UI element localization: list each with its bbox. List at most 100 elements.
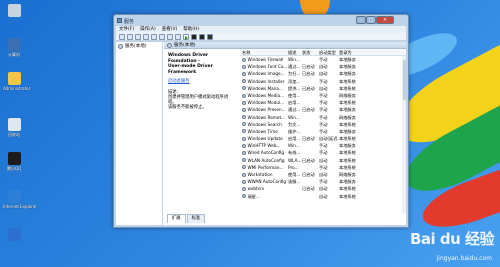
column-header-description[interactable]: 描述 [288,50,302,55]
forward-icon[interactable] [127,34,133,40]
service-row[interactable]: Workstation 使用... 已启动 自动 网络服务 [240,171,406,178]
service-logon-cell: 网络服务 [339,92,356,98]
up-icon[interactable] [135,34,141,40]
gear-icon [242,186,246,191]
service-logon-cell: 本地系统 [339,78,356,84]
description-text-line1: 创建并管理用户模式驱动程序进程。 [168,95,229,105]
desktop-icon[interactable] [3,4,25,18]
service-logon-cell: 网络服务 [339,172,356,177]
services-window: 服务 – □ × 文件(F) 操作(A) 查看(V) 帮助(H) 服务(本地) [113,14,409,228]
start-service-icon[interactable] [183,34,189,40]
service-name: Windows Remot... [247,114,286,120]
properties-icon[interactable] [175,34,181,40]
back-icon[interactable] [119,34,125,40]
folder-icon [7,72,21,85]
pane-header: 服务(本地) [164,42,406,49]
minimize-button[interactable]: – [356,16,366,24]
pause-service-icon[interactable] [199,34,205,40]
desktop-icon[interactable]: 计算机 [3,38,25,57]
service-logon-cell: 本地服务 [339,107,356,113]
service-row[interactable]: Windows Update 启用...已启动自动(延迟...本地系统 [240,135,406,142]
service-logon-cell: 本地服务 [339,179,356,185]
service-status-cell: 已启动 [302,64,315,70]
service-row[interactable]: Windows Time 维护... 手动 本地服务 [240,128,406,135]
service-row[interactable]: WinHTTP Web... Win... 手动 本地服务 [240,142,406,149]
service-name: Workstation [247,172,273,177]
service-name-cell: Windows Modul... [240,99,288,106]
service-row[interactable]: Windows Modul... 启用... 手动 本地系统 [240,99,406,106]
start-service-link[interactable]: 启动此服务 [168,79,236,84]
service-row[interactable]: WLAN AutoConfig WLA... 已启动 自动 本地系统 [240,157,406,164]
service-startup-cell: 自动 [319,85,328,91]
service-name-cell: wxbtsrv [240,185,288,192]
service-startup-cell: 手动 [319,121,328,127]
service-row[interactable]: Windows Search 为文... 手动 本地系统 [240,121,406,128]
service-row[interactable]: Windows Remot... Win... 手动 网络服务 [240,114,406,121]
service-row[interactable]: WMI Performan... Pro... 手动 本地系统 [240,164,406,171]
service-logon-cell: 本地服务 [339,71,356,77]
service-name: 瑞星... [247,193,260,199]
title-bar[interactable]: 服务 – □ × [114,15,408,26]
service-startup-cell: 手动 [319,150,328,156]
desktop-icon-label: 腾讯QQ [6,166,22,171]
service-row[interactable]: Windows Image... 为扫... 已启动 自动 本地服务 [240,70,406,77]
service-row[interactable]: Windows Firewall Win... 手动 本地服务 [240,56,406,63]
restart-service-icon[interactable] [207,34,213,40]
gear-icon [242,151,246,156]
service-row[interactable]: Windows Presen... 通过... 已启动 手动 本地服务 [240,106,406,113]
service-name: Windows Installer [247,78,285,84]
pane-header-label: 服务(本地) [174,43,196,48]
console-tree: 服务(本地) [116,42,163,225]
gear-icon [242,179,246,184]
service-startup-cell: 自动 [319,64,328,70]
service-row[interactable]: WWAN AutoConfig 该服... 手动 本地服务 [240,178,406,185]
service-name-cell: Windows Time [240,128,288,135]
service-logon-cell: 本地系统 [339,164,356,170]
service-desc-cell: Win... [288,143,300,149]
desktop-icon[interactable]: 腾讯QQ [3,152,25,171]
gear-icon [242,129,246,134]
column-header-startup-type[interactable]: 启动类型 [319,50,339,55]
menu-help[interactable]: 帮助(H) [183,26,199,33]
tab-standard[interactable]: 标准 [186,214,206,223]
service-name-cell: Windows Presen... [240,106,288,113]
service-startup-cell: 手动 [319,114,328,120]
service-logon-cell: 本地系统 [339,100,356,106]
desktop-icon[interactable] [3,228,25,242]
service-logon-cell: 本地系统 [339,136,356,142]
desktop-icon[interactable]: Internet Explorer [3,190,37,209]
service-row[interactable]: Windows Mana... 提供... 已启动 自动 本地系统 [240,85,406,92]
qq-icon [7,152,21,165]
menu-file[interactable]: 文件(F) [119,26,134,33]
service-row[interactable]: Windows Font Ca... 通过... 已启动 自动 本地服务 [240,63,406,70]
show-hide-tree-icon[interactable] [143,34,149,40]
refresh-icon[interactable] [151,34,157,40]
service-startup-cell: 手动 [319,78,328,84]
scrollbar-thumb[interactable] [402,60,406,100]
desktop-icon[interactable]: Administrator [3,72,30,91]
maximize-button[interactable]: □ [366,16,376,24]
gear-icon [242,115,246,120]
service-row[interactable]: 瑞星... 自动 本地系统 [240,193,406,200]
service-row[interactable]: Windows Installer 添加... 手动 本地系统 [240,78,406,85]
service-name: Wired AutoConfig [247,150,285,156]
desktop-icon[interactable]: 回收站 [3,118,25,137]
tree-item-services-local[interactable]: 服务(本地) [116,42,162,50]
tab-extended[interactable]: 扩展 [167,214,186,223]
stop-service-icon[interactable] [191,34,197,40]
help-icon[interactable] [167,34,173,40]
service-row[interactable]: Windows Media... 使用... 手动 网络服务 [240,92,406,99]
ie-icon [7,190,21,203]
export-list-icon[interactable] [159,34,165,40]
service-row[interactable]: wxbtsrv 已启动 自动 本地系统 [240,185,406,192]
column-header-logon-as[interactable]: 登录为 [339,50,363,55]
service-row[interactable]: Wired AutoConfig 有线... 手动 本地系统 [240,149,406,156]
menu-view[interactable]: 查看(V) [162,26,178,33]
menu-bar: 文件(F) 操作(A) 查看(V) 帮助(H) [116,26,406,33]
column-header-name[interactable]: 名称 [240,50,288,55]
menu-action[interactable]: 操作(A) [140,26,156,33]
service-desc-cell: Pro... [288,164,299,170]
column-header-status[interactable]: 状态 [302,50,319,55]
vertical-scrollbar[interactable] [402,56,406,213]
close-button[interactable]: × [376,16,394,24]
